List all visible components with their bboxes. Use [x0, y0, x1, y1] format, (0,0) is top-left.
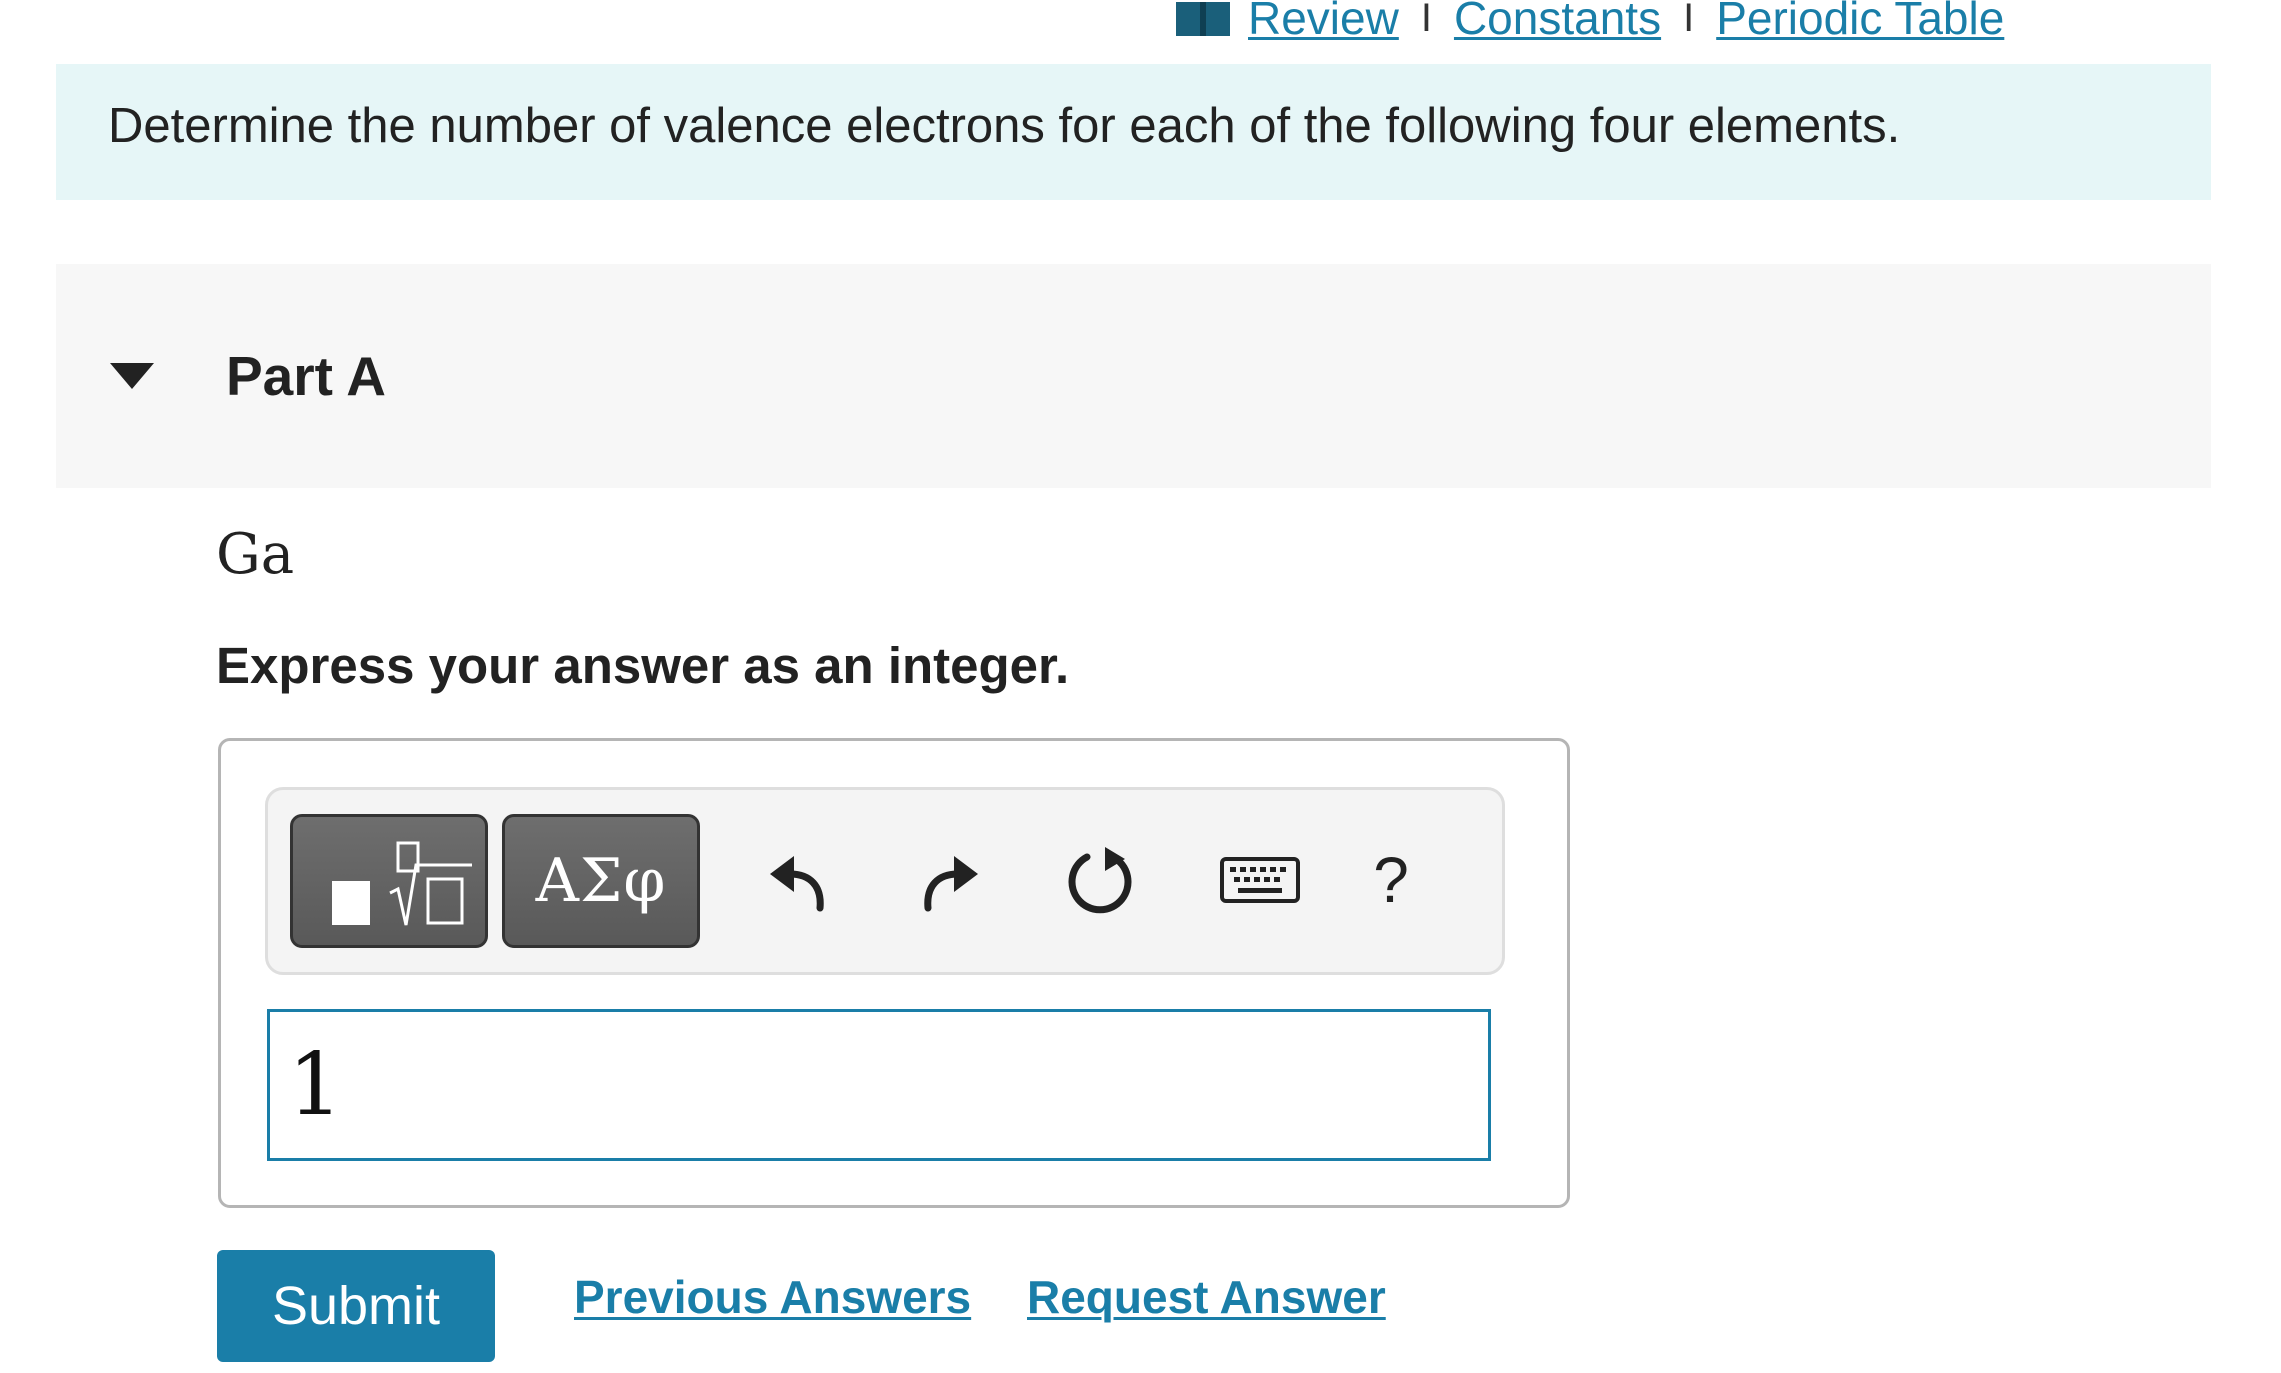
link-separator: I — [1683, 0, 1695, 40]
previous-answers-link[interactable]: Previous Answers — [574, 1270, 971, 1324]
help-button[interactable]: ? — [1336, 830, 1446, 930]
answer-box: ΑΣφ ? 1 — [218, 738, 1570, 1208]
redo-icon[interactable] — [900, 830, 1000, 930]
request-answer-link[interactable]: Request Answer — [1027, 1270, 1386, 1324]
keyboard-icon[interactable] — [1190, 830, 1330, 930]
intro-text: Determine the number of valence electron… — [108, 99, 1901, 153]
part-header[interactable]: Part A — [56, 264, 2211, 488]
templates-button[interactable] — [290, 814, 488, 948]
review-link[interactable]: Review — [1248, 0, 1399, 45]
caret-down-icon[interactable] — [110, 363, 160, 389]
top-links: Review I Constants I Periodic Table — [1176, 0, 2004, 46]
constants-link[interactable]: Constants — [1454, 0, 1661, 45]
undo-icon[interactable] — [748, 830, 848, 930]
symbols-button[interactable]: ΑΣφ — [502, 814, 700, 948]
link-separator: I — [1420, 0, 1432, 40]
templates-icon — [332, 841, 472, 926]
element-symbol: Ga — [216, 522, 295, 587]
book-icon — [1176, 0, 1230, 38]
answer-instruction: Express your answer as an integer. — [216, 637, 1070, 694]
submit-button[interactable]: Submit — [217, 1250, 495, 1362]
answer-input[interactable] — [267, 1009, 1491, 1161]
periodic-table-link[interactable]: Periodic Table — [1716, 0, 2004, 45]
intro-banner: Determine the number of valence electron… — [56, 64, 2211, 200]
reset-icon[interactable] — [1050, 830, 1150, 930]
symbols-label: ΑΣφ — [535, 846, 667, 916]
math-toolbar: ΑΣφ ? — [265, 787, 1505, 975]
part-title: Part A — [226, 345, 386, 407]
